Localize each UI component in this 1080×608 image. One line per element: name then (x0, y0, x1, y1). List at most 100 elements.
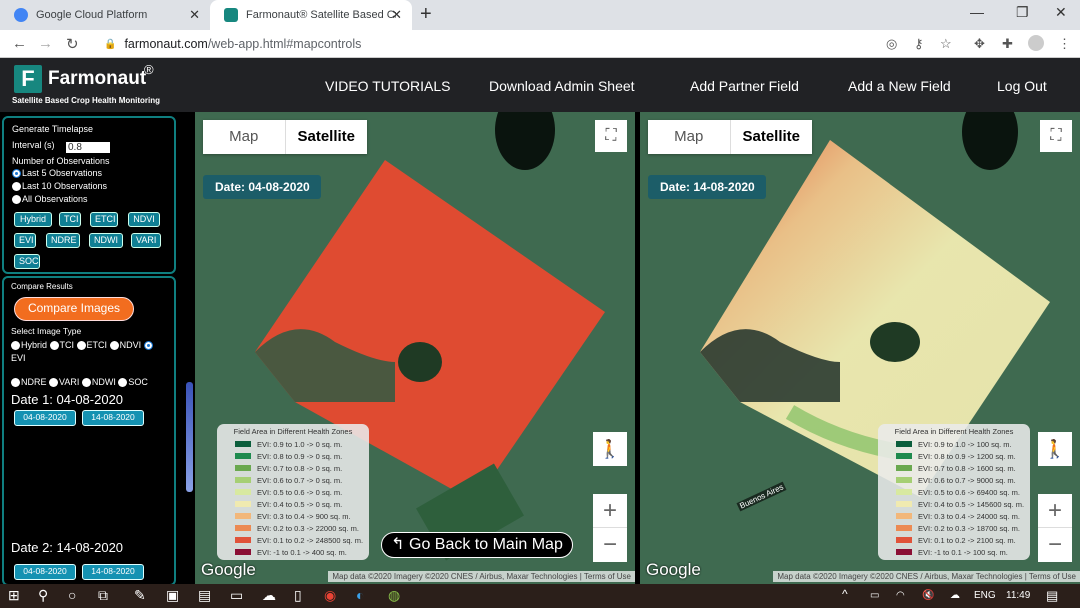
zoom-out-button[interactable]: − (593, 528, 627, 562)
radio-ndwi[interactable]: NDWI (81, 377, 116, 388)
radio-ndre[interactable]: NDRE (11, 377, 47, 388)
menu-add-new-field[interactable]: Add a New Field (848, 78, 951, 94)
satellite-view-button[interactable]: Satellite (731, 120, 813, 154)
menu-icon[interactable]: ⋮ (1058, 36, 1071, 52)
layer-hybrid-button[interactable]: Hybrid (14, 212, 52, 227)
radio-last-10[interactable]: Last 10 Observations (12, 181, 107, 192)
legend-row: EVI: 0.1 to 0.2 -> 2100 sq. m. (882, 534, 1026, 546)
language-indicator[interactable]: ENG (974, 590, 996, 601)
interval-input[interactable]: 0.8 (66, 142, 110, 153)
radio-soc[interactable]: SOC (118, 377, 148, 388)
location-icon[interactable]: ◎ (886, 36, 897, 52)
menu-video-tutorials[interactable]: VIDEO TUTORIALS (325, 78, 451, 94)
forward-icon[interactable]: → (38, 35, 53, 52)
terms-link[interactable]: Terms of Use (1029, 572, 1076, 581)
tab-farmonaut[interactable]: Farmonaut® Satellite Based Crop ✕ (210, 0, 412, 30)
radio-last-5[interactable]: Last 5 Observations (12, 168, 102, 179)
app-icon[interactable]: ▤ (198, 587, 211, 604)
show-hidden-icons[interactable]: ^ (842, 587, 848, 601)
radio-tci[interactable]: TCI (49, 340, 74, 351)
fullscreen-icon[interactable]: ⛶ (1040, 120, 1072, 152)
chrome-icon[interactable]: ◉ (324, 587, 336, 604)
android-studio-icon[interactable]: ◍ (388, 587, 400, 604)
back-icon[interactable]: ← (12, 35, 27, 52)
windows-start-icon[interactable]: ⊞ (8, 587, 20, 604)
fullscreen-icon[interactable]: ⛶ (595, 120, 627, 152)
street-view-pegman-icon[interactable]: 🚶 (593, 432, 627, 466)
map-view-button[interactable]: Map (203, 120, 286, 154)
new-tab-icon[interactable]: + (420, 3, 432, 26)
map-date-1[interactable]: Map Satellite ⛶ Date: 04-08-2020 Field A… (195, 112, 635, 584)
date-2-option-14-08[interactable]: 14-08-2020 (82, 564, 144, 580)
map-view-button[interactable]: Map (648, 120, 731, 154)
menu-log-out[interactable]: Log Out (997, 78, 1047, 94)
url-field[interactable]: 🔒 farmonaut.com/web-app.html#mapcontrols (96, 32, 886, 56)
battery-icon[interactable]: ▭ (870, 590, 879, 601)
profile-icon[interactable] (1028, 35, 1044, 51)
layer-ndre-button[interactable]: NDRE (46, 233, 80, 248)
search-icon[interactable]: ⚲ (38, 587, 48, 604)
star-icon[interactable]: ☆ (940, 36, 952, 52)
window-close-icon[interactable]: ✕ (1055, 4, 1067, 21)
restore-icon[interactable]: ❐ (1016, 4, 1029, 21)
clock[interactable]: 11:49 (1006, 590, 1030, 601)
layer-ndvi-button[interactable]: NDVI (128, 212, 160, 227)
legend-label: EVI: -1 to 0.1 -> 400 sq. m. (257, 547, 347, 557)
layer-evi-button[interactable]: EVI (14, 233, 36, 248)
reload-icon[interactable]: ↻ (66, 35, 79, 53)
legend-row: EVI: 0.8 to 0.9 -> 0 sq. m. (221, 450, 365, 462)
layer-ndwi-button[interactable]: NDWI (89, 233, 123, 248)
radio-hybrid[interactable]: Hybrid (11, 340, 47, 351)
file-explorer-icon[interactable]: ▭ (230, 587, 243, 604)
zoom-in-button[interactable]: + (1038, 494, 1072, 528)
radio-vari[interactable]: VARI (49, 377, 79, 388)
key-icon[interactable]: ⚷ (914, 36, 924, 52)
close-tab-icon[interactable]: ✕ (189, 7, 200, 23)
edge-icon[interactable]: ◐ (356, 587, 364, 603)
zoom-out-button[interactable]: − (1038, 528, 1072, 562)
close-tab-icon[interactable]: ✕ (391, 7, 402, 23)
app-icon[interactable]: ▯ (294, 587, 302, 604)
legend-row: EVI: 0.3 to 0.4 -> 24000 sq. m. (882, 510, 1026, 522)
layer-soc-button[interactable]: SOC (14, 254, 40, 269)
terms-link[interactable]: Terms of Use (584, 572, 631, 581)
radio-etci[interactable]: ETCI (76, 340, 107, 351)
legend-swatch (235, 525, 251, 531)
satellite-view-button[interactable]: Satellite (286, 120, 368, 154)
onedrive-icon[interactable]: ☁ (950, 590, 960, 601)
extension-icon[interactable]: ✥ (974, 36, 985, 52)
app-icon[interactable]: ▣ (166, 587, 179, 604)
date-2-option-04-08[interactable]: 04-08-2020 (14, 564, 76, 580)
date-1-option-04-08[interactable]: 04-08-2020 (14, 410, 76, 426)
compare-images-button[interactable]: Compare Images (14, 297, 134, 321)
map-date-2[interactable]: Map Satellite ⛶ Date: 14-08-2020 Buenos … (640, 112, 1080, 584)
layer-tci-button[interactable]: TCI (59, 212, 81, 227)
zoom-in-button[interactable]: + (593, 494, 627, 528)
go-back-main-map-button[interactable]: ↰ Go Back to Main Map (381, 532, 573, 558)
tab-google-cloud[interactable]: Google Cloud Platform ✕ (0, 0, 210, 30)
sidebar-scrollbar[interactable] (186, 382, 193, 492)
menu-download-admin-sheet[interactable]: Download Admin Sheet (489, 78, 635, 94)
app-icon[interactable]: ☁ (262, 587, 276, 604)
puzzle-icon[interactable]: ✚ (1002, 36, 1013, 52)
minimize-icon[interactable]: — (970, 4, 984, 20)
cortana-icon[interactable]: ○ (68, 587, 76, 603)
farmonaut-logo-icon[interactable]: F (14, 65, 42, 93)
task-view-icon[interactable]: ⧉ (98, 587, 108, 604)
wifi-icon[interactable]: ◠ (896, 590, 905, 601)
map-type-toggle: Map Satellite (648, 120, 812, 154)
app-icon[interactable]: ✎ (134, 587, 146, 604)
map-date-label: Date: 14-08-2020 (648, 175, 766, 199)
volume-muted-icon[interactable]: 🔇 (922, 590, 934, 601)
notifications-icon[interactable]: ▤ (1046, 588, 1058, 604)
layer-vari-button[interactable]: VARI (131, 233, 161, 248)
radio-ndvi[interactable]: NDVI (109, 340, 141, 351)
menu-add-partner-field[interactable]: Add Partner Field (690, 78, 799, 94)
radio-evi[interactable] (143, 341, 153, 351)
radio-all[interactable]: All Observations (12, 194, 88, 205)
street-view-pegman-icon[interactable]: 🚶 (1038, 432, 1072, 466)
date-1-option-14-08[interactable]: 14-08-2020 (82, 410, 144, 426)
layer-etci-button[interactable]: ETCI (90, 212, 118, 227)
lock-icon: 🔒 (104, 38, 117, 50)
zoom-control: + − (1038, 494, 1072, 562)
